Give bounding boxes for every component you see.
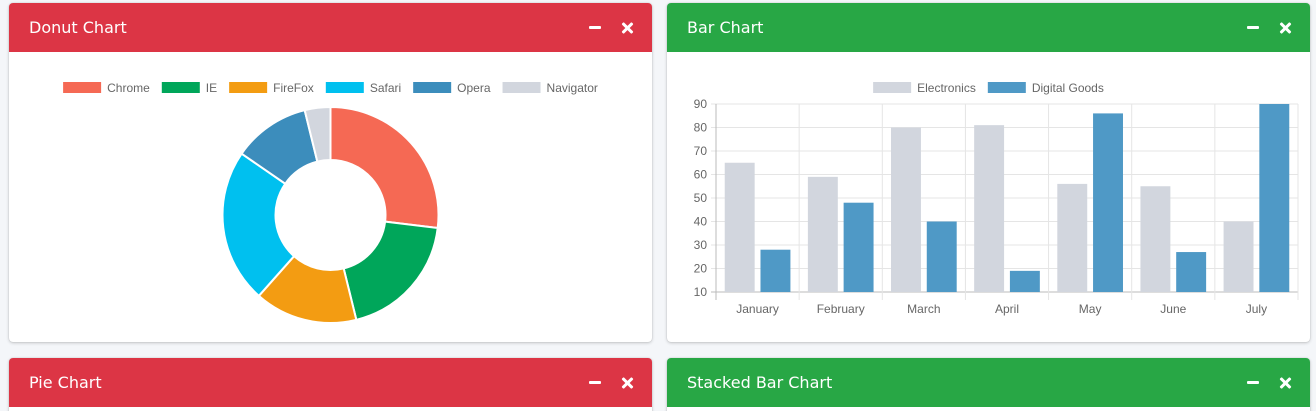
bar-electronics-june[interactable] bbox=[1140, 186, 1171, 292]
bar-digital-goods-march[interactable] bbox=[926, 221, 957, 293]
legend-label-chrome: Chrome bbox=[107, 81, 150, 95]
legend-swatch-firefox bbox=[229, 82, 268, 93]
donut-chart-card: Donut Chart Chrome IE FireFox Safari Opera Na… bbox=[9, 3, 652, 342]
bar-x-axis: January February March April May June July bbox=[736, 302, 1267, 316]
card-title: Pie Chart bbox=[29, 373, 102, 392]
donut-legend: Chrome IE FireFox Safari Opera Navigator bbox=[63, 81, 598, 95]
y-tick-label: 60 bbox=[694, 168, 708, 182]
y-tick-label: 40 bbox=[694, 215, 708, 229]
bar-electronics-march[interactable] bbox=[891, 127, 921, 293]
legend-label-electronics: Electronics bbox=[917, 81, 976, 95]
card-title: Stacked Bar Chart bbox=[687, 373, 833, 392]
card-tools bbox=[1246, 358, 1292, 407]
card-tools bbox=[1246, 3, 1292, 52]
y-tick-label: 80 bbox=[694, 121, 708, 135]
legend-label-ie: IE bbox=[206, 81, 217, 95]
y-tick-label: 10 bbox=[694, 285, 708, 299]
donut-arcs bbox=[221, 105, 440, 324]
donut-slice-chrome[interactable] bbox=[329, 105, 440, 230]
pie-chart-card: Pie Chart bbox=[9, 358, 652, 411]
x-tick-label: July bbox=[1246, 302, 1267, 316]
legend-swatch-safari bbox=[325, 82, 364, 93]
bar-electronics-february[interactable] bbox=[807, 176, 838, 292]
close-icon bbox=[621, 22, 633, 34]
x-tick-label: February bbox=[817, 302, 865, 316]
x-tick-label: March bbox=[907, 302, 940, 316]
close-icon bbox=[621, 377, 633, 389]
bar-electronics-january[interactable] bbox=[724, 162, 755, 292]
bar-digital-goods-april[interactable] bbox=[1009, 270, 1040, 292]
donut-chart-header: Donut Chart bbox=[9, 3, 652, 52]
remove-button[interactable] bbox=[620, 376, 634, 390]
remove-button[interactable] bbox=[1278, 376, 1292, 390]
collapse-button[interactable] bbox=[1246, 21, 1260, 35]
collapse-button[interactable] bbox=[588, 21, 602, 35]
card-title: Bar Chart bbox=[687, 18, 764, 37]
bar-chart-card: Bar Chart Electronics Digital Goods 10 20 30… bbox=[667, 3, 1310, 342]
x-tick-label: June bbox=[1160, 302, 1186, 316]
legend-swatch-digital-goods bbox=[987, 82, 1026, 93]
y-tick-label: 20 bbox=[694, 262, 708, 276]
legend-swatch-electronics bbox=[873, 82, 912, 93]
remove-button[interactable] bbox=[1278, 21, 1292, 35]
bar-legend: Electronics Digital Goods bbox=[873, 81, 1104, 95]
minus-icon bbox=[589, 381, 601, 384]
close-icon bbox=[1279, 22, 1291, 34]
minus-icon bbox=[1247, 26, 1259, 29]
bar-y-axis: 10 20 30 40 50 60 70 80 90 bbox=[694, 97, 708, 299]
card-title: Donut Chart bbox=[29, 18, 127, 37]
legend-label-digital-goods: Digital Goods bbox=[1032, 81, 1104, 95]
card-tools bbox=[588, 3, 634, 52]
legend-swatch-ie bbox=[161, 82, 200, 93]
bar-digital-goods-february[interactable] bbox=[843, 202, 874, 292]
legend-swatch-opera bbox=[413, 82, 452, 93]
remove-button[interactable] bbox=[620, 21, 634, 35]
y-tick-label: 90 bbox=[694, 97, 708, 111]
legend-swatch-navigator bbox=[502, 82, 541, 93]
y-tick-label: 70 bbox=[694, 144, 708, 158]
bar-chart-header: Bar Chart bbox=[667, 3, 1310, 52]
collapse-button[interactable] bbox=[588, 376, 602, 390]
bar-digital-goods-may[interactable] bbox=[1093, 113, 1123, 293]
minus-icon bbox=[589, 26, 601, 29]
x-tick-label: January bbox=[736, 302, 779, 316]
donut-chart: Chrome IE FireFox Safari Opera Navigator bbox=[63, 81, 598, 324]
y-tick-label: 30 bbox=[694, 238, 708, 252]
stacked-bar-chart-header: Stacked Bar Chart bbox=[667, 358, 1310, 407]
x-tick-label: April bbox=[995, 302, 1019, 316]
legend-label-opera: Opera bbox=[457, 81, 491, 95]
close-icon bbox=[1279, 377, 1291, 389]
y-tick-label: 50 bbox=[694, 191, 708, 205]
x-tick-label: May bbox=[1079, 302, 1102, 316]
collapse-button[interactable] bbox=[1246, 376, 1260, 390]
legend-label-firefox: FireFox bbox=[273, 81, 314, 95]
card-tools bbox=[588, 358, 634, 407]
minus-icon bbox=[1247, 381, 1259, 384]
legend-label-safari: Safari bbox=[370, 81, 401, 95]
bar-electronics-april[interactable] bbox=[974, 125, 1005, 293]
donut-slice-ie[interactable] bbox=[342, 220, 439, 322]
bar-digital-goods-july[interactable] bbox=[1259, 104, 1290, 292]
legend-label-navigator: Navigator bbox=[547, 81, 598, 95]
legend-swatch-chrome bbox=[63, 82, 102, 93]
pie-chart-header: Pie Chart bbox=[9, 358, 652, 407]
bar-chart: Electronics Digital Goods 10 20 30 40 50 60 70 80… bbox=[694, 81, 1299, 316]
bar-grid bbox=[711, 103, 1299, 300]
stacked-bar-chart-card: Stacked Bar Chart bbox=[667, 358, 1310, 411]
bar-electronics-july[interactable] bbox=[1223, 221, 1254, 293]
bar-digital-goods-june[interactable] bbox=[1176, 252, 1207, 292]
bar-digital-goods-january[interactable] bbox=[760, 249, 791, 292]
bar-electronics-may[interactable] bbox=[1057, 183, 1088, 292]
